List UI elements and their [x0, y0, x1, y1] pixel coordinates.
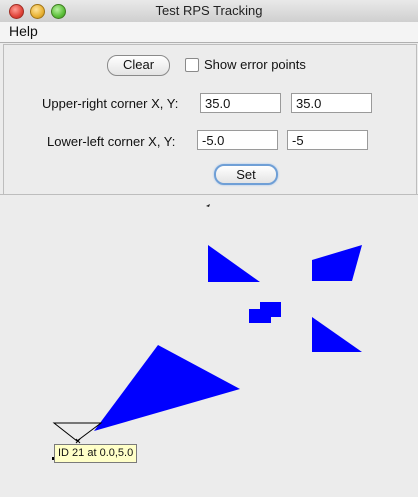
triangle-right — [312, 317, 362, 352]
menu-help[interactable]: Help — [9, 23, 38, 39]
quad-top-right — [312, 245, 362, 281]
point-tooltip: ID 21 at 0.0,5.0 — [54, 444, 138, 463]
square-middle-lower — [249, 309, 271, 323]
show-error-points-label[interactable]: Show error points — [204, 57, 306, 72]
selected-outline-triangle[interactable] — [52, 422, 103, 442]
menu-bar: Help — [0, 22, 418, 43]
upper-right-x-field[interactable]: 35.0 — [200, 93, 281, 113]
lower-left-x-field[interactable]: -5.0 — [197, 130, 278, 150]
upper-right-y-field[interactable]: 35.0 — [291, 93, 372, 113]
show-error-points-checkbox[interactable] — [185, 58, 199, 72]
lower-left-corner-label: Lower-left corner X, Y: — [47, 134, 176, 149]
title-bar[interactable]: Test RPS Tracking — [0, 0, 418, 23]
small-marker — [206, 204, 210, 207]
set-button[interactable]: Set — [214, 164, 278, 185]
app-window: Test RPS Tracking Help Clear Show error … — [0, 0, 418, 497]
upper-right-corner-label: Upper-right corner X, Y: — [42, 96, 179, 111]
triangle-large — [94, 345, 240, 431]
triangle-top-left — [208, 245, 260, 282]
clear-button[interactable]: Clear — [107, 55, 170, 76]
lower-left-y-field[interactable]: -5 — [287, 130, 368, 150]
window-title: Test RPS Tracking — [155, 3, 263, 18]
